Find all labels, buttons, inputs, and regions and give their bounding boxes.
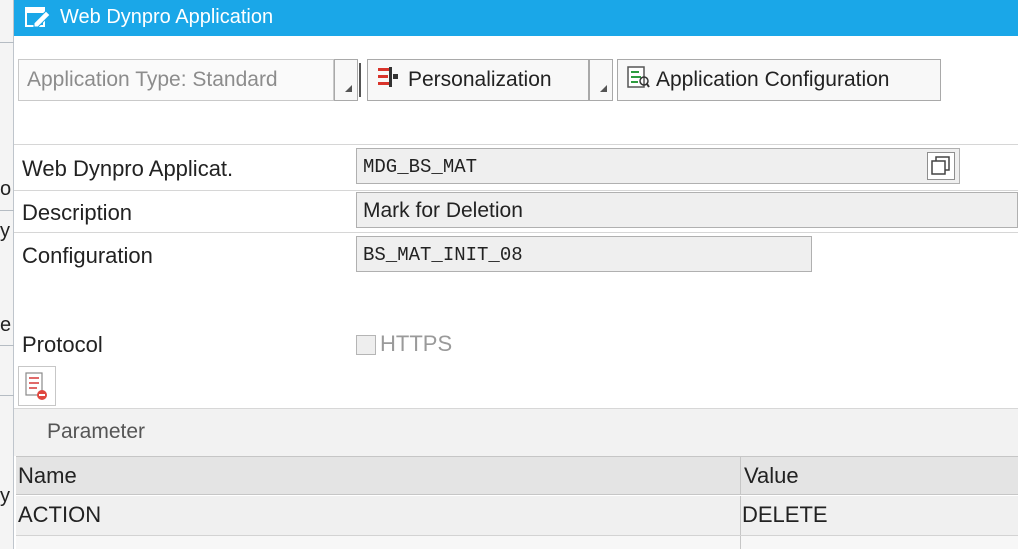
delete-row-button[interactable] [18, 366, 56, 406]
column-header-value[interactable]: Value [744, 463, 799, 489]
application-type-dropdown-arrow[interactable] [334, 59, 358, 101]
description-field[interactable]: Mark for Deletion [356, 192, 1018, 228]
column-header-name[interactable]: Name [18, 463, 77, 489]
background-text-fragment: o [0, 178, 12, 200]
web-dynpro-application-label: Web Dynpro Applicat. [22, 156, 234, 181]
parameter-value-cell[interactable]: DELETE [742, 502, 828, 528]
application-configuration-label: Application Configuration [656, 68, 890, 91]
configuration-field[interactable]: BS_MAT_INIT_08 [356, 236, 812, 272]
table-row-empty[interactable] [16, 536, 1018, 549]
web-dynpro-dialog: Web Dynpro Application Application Type:… [14, 0, 1018, 549]
https-checkbox[interactable] [356, 335, 376, 355]
title-bar[interactable]: Web Dynpro Application [14, 0, 1018, 36]
parameter-section-header: Parameter [14, 408, 1018, 456]
https-checkbox-label: HTTPS [380, 331, 453, 356]
background-text-fragment: y [0, 220, 10, 242]
delete-row-icon [25, 372, 47, 400]
protocol-label: Protocol [22, 332, 103, 357]
table-header-row: Name Value [16, 456, 1018, 495]
parameter-section-title: Parameter [47, 420, 146, 443]
toolbar-separator [359, 63, 361, 97]
configuration-value: BS_MAT_INIT_08 [363, 244, 523, 266]
window-title: Web Dynpro Application [60, 6, 274, 28]
application-type-label: Application Type: Standard [27, 68, 278, 91]
personalization-icon [376, 65, 400, 95]
web-dynpro-application-field[interactable]: MDG_BS_MAT [356, 148, 960, 184]
configuration-label: Configuration [22, 243, 153, 268]
application-configuration-button[interactable]: Application Configuration [617, 59, 941, 101]
description-label: Description [22, 200, 133, 225]
description-value: Mark for Deletion [363, 199, 523, 222]
background-text-fragment: e [0, 314, 12, 336]
background-text-fragment: y [0, 485, 10, 507]
personalization-dropdown-arrow[interactable] [589, 59, 613, 101]
personalization-button[interactable]: Personalization [367, 59, 589, 101]
web-dynpro-application-value: MDG_BS_MAT [363, 156, 478, 178]
configuration-icon [626, 65, 650, 95]
copy-icon[interactable] [927, 152, 955, 180]
parameter-name-cell[interactable]: ACTION [18, 502, 101, 528]
background-window: o y e y [0, 0, 14, 549]
personalization-label: Personalization [408, 68, 552, 91]
edit-window-icon [25, 7, 51, 34]
table-row[interactable]: ACTION DELETE [16, 496, 1018, 536]
application-type-dropdown[interactable]: Application Type: Standard [18, 59, 334, 101]
